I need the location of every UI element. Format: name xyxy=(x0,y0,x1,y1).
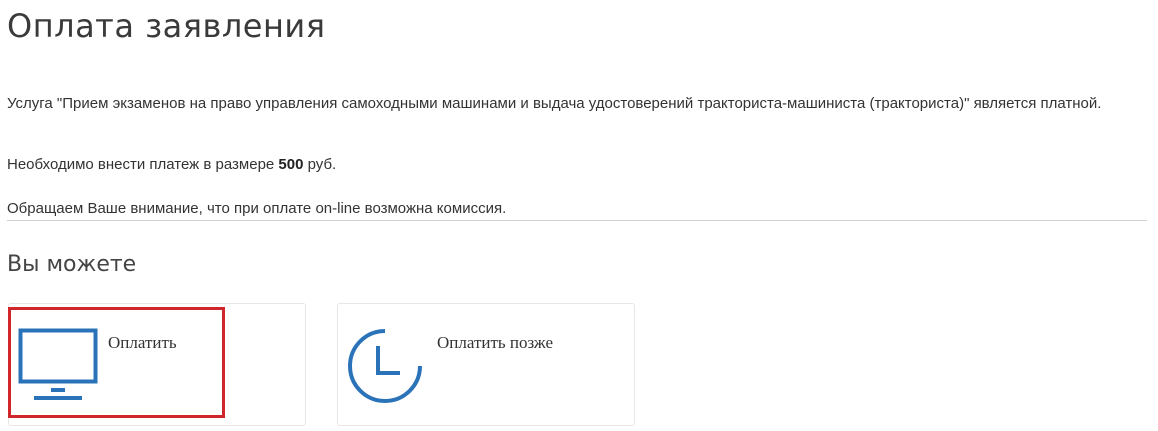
payment-amount-text: Необходимо внести платеж в размере 500 р… xyxy=(7,155,1127,175)
pay-now-card[interactable]: Оплатить xyxy=(8,303,306,426)
clock-icon xyxy=(347,328,423,409)
payment-suffix: руб. xyxy=(303,156,337,173)
options-heading: Вы можете xyxy=(7,252,137,277)
payment-prefix: Необходимо внести платеж в размере xyxy=(7,156,279,173)
pay-now-label: Оплатить xyxy=(108,333,177,352)
service-description: Услуга "Прием экзаменов на право управле… xyxy=(7,95,1102,112)
pay-later-label: Оплатить позже xyxy=(437,333,553,352)
divider xyxy=(7,220,1147,221)
pay-later-card[interactable]: Оплатить позже xyxy=(337,303,635,426)
page-title: Оплата заявления xyxy=(7,7,326,45)
commission-note: Обращаем Ваше внимание, что при оплате o… xyxy=(7,200,507,217)
monitor-icon xyxy=(18,328,98,408)
payment-amount: 500 xyxy=(278,156,304,173)
